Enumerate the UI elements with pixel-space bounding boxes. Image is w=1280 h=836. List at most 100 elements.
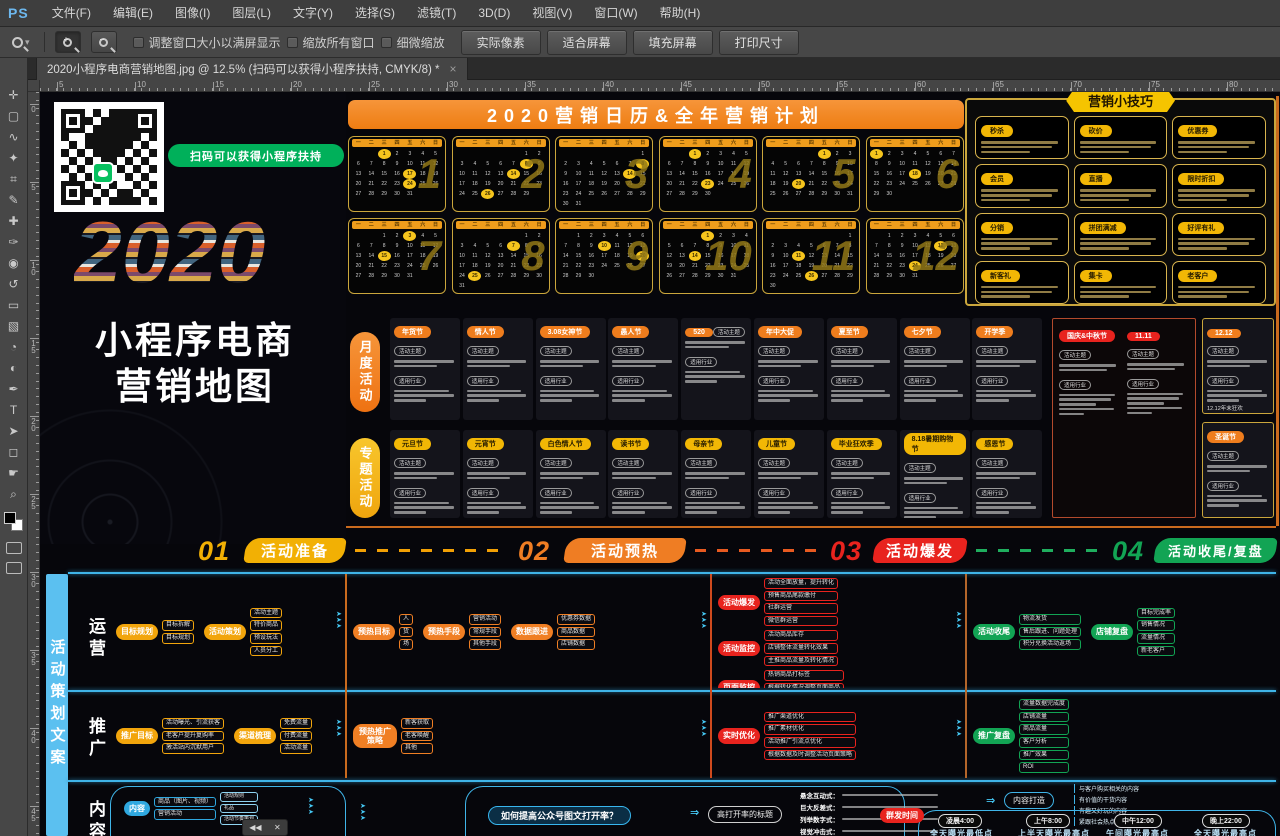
content-child-node: 营销活动 [154, 809, 216, 820]
zoom-in-button[interactable]: + [55, 31, 81, 53]
decor: 六 [727, 139, 740, 147]
decor [61, 165, 69, 173]
menu-item[interactable]: 帮助(H) [649, 0, 712, 27]
menu-item[interactable]: 图像(I) [164, 0, 221, 27]
event-card: 元旦节活动主题适用行业 [390, 430, 460, 518]
mindmap-child-node: 店铺流量 [1019, 712, 1069, 723]
screen-mode-icon[interactable] [6, 562, 22, 574]
shape-tool-icon[interactable]: ◻ [2, 441, 26, 462]
calendar-month-number: 2 [521, 153, 544, 195]
decor [633, 88, 634, 91]
calendar-month-card: 一二三四五六日123456789101112131415161718192021… [555, 136, 653, 212]
tip-card: 老客户 [1172, 261, 1266, 304]
collapse-icon[interactable]: ◀◀ [249, 823, 261, 832]
decor: 二 [468, 139, 481, 147]
checkbox-box[interactable] [287, 37, 298, 48]
option-checkbox[interactable]: 细微缩放 [381, 34, 445, 51]
color-swatches[interactable] [4, 512, 24, 534]
mindmap-child-node: 常规手段 [469, 627, 501, 638]
decor [85, 181, 93, 189]
foreground-color[interactable] [4, 512, 16, 524]
decor: 10 [598, 241, 611, 251]
option-button[interactable]: 适合屏幕 [547, 30, 627, 55]
lasso-tool-icon[interactable]: ∿ [2, 126, 26, 147]
pen-tool-icon[interactable]: ✒ [2, 378, 26, 399]
decor [1080, 291, 1151, 294]
menu-item[interactable]: 文字(Y) [282, 0, 344, 27]
magic-wand-tool-icon[interactable]: ✦ [2, 147, 26, 168]
decor [125, 189, 133, 197]
menu-item[interactable]: 选择(S) [344, 0, 406, 27]
option-button[interactable]: 填充屏幕 [633, 30, 713, 55]
dodge-tool-icon[interactable]: ◐ [2, 357, 26, 378]
featured-column: 国庆&中秋节活动主题适用行业 [1059, 325, 1121, 511]
decor [648, 88, 649, 91]
menu-item[interactable]: 图层(L) [221, 0, 282, 27]
decor [125, 165, 133, 173]
decor [915, 82, 916, 91]
decor [125, 133, 133, 141]
decor [235, 88, 236, 91]
decor: 25 [468, 271, 481, 281]
clone-stamp-tool-icon[interactable]: ◉ [2, 252, 26, 273]
decor [125, 117, 133, 125]
document-tab[interactable]: 2020小程序电商营销地图.jpg @ 12.5% (扫码可以获得小程序扶持, … [36, 58, 468, 80]
menu-item[interactable]: 滤镜(T) [406, 0, 467, 27]
tab-close-icon[interactable]: × [450, 62, 457, 76]
menu-item[interactable]: 窗口(W) [583, 0, 648, 27]
decor [540, 399, 572, 402]
move-tool-icon[interactable]: ✛ [2, 84, 26, 105]
mindmap-tree: 渠道梳理免费流量付费流量活动流量 [234, 718, 312, 754]
decor [243, 88, 244, 91]
decor: ▾ [25, 37, 30, 48]
decor [1178, 189, 1255, 192]
menu-item[interactable]: 视图(V) [521, 0, 583, 27]
decor: 五 [403, 139, 416, 147]
checkbox-box[interactable] [381, 37, 392, 48]
document-canvas[interactable]: 扫码可以获得小程序扶持 2020 小程序电商 营销地图 2020营销日历&全年营… [40, 92, 1280, 836]
decor: 17 [572, 179, 585, 189]
decor [149, 173, 157, 181]
decor [1059, 408, 1114, 411]
decor [258, 88, 259, 91]
decor [831, 477, 874, 480]
marquee-tool-icon[interactable]: ▢ [2, 105, 26, 126]
eraser-tool-icon[interactable]: ▭ [2, 294, 26, 315]
decor: 目标完成率销售情况流量情况新老客户 [1137, 608, 1175, 656]
zoom-tool-icon[interactable]: ⌕ [2, 483, 26, 504]
menu-item[interactable]: 文件(F) [41, 0, 102, 27]
menu-item[interactable]: 3D(D) [467, 0, 521, 27]
decor: 19 [481, 179, 494, 189]
history-brush-tool-icon[interactable]: ↺ [2, 273, 26, 294]
ruler-number: 0 [29, 106, 38, 113]
decor: 31 [572, 199, 585, 209]
type-tool-icon[interactable]: T [2, 399, 26, 420]
decor [36, 396, 39, 397]
decor: 三 [378, 139, 391, 147]
menu-item[interactable]: 编辑(E) [102, 0, 164, 27]
option-checkbox[interactable]: 缩放所有窗口 [287, 34, 375, 51]
healing-brush-tool-icon[interactable]: ✚ [2, 210, 26, 231]
brush-tool-icon[interactable]: ✑ [2, 231, 26, 252]
decor: 六 [934, 221, 947, 229]
industry-label: 适用行业 [904, 493, 936, 503]
path-select-tool-icon[interactable]: ➤ [2, 420, 26, 441]
gradient-tool-icon[interactable]: ▧ [2, 315, 26, 336]
widget-close-icon[interactable]: ✕ [274, 823, 281, 832]
decor [585, 149, 598, 159]
theme-label: 活动主题 [1207, 346, 1239, 356]
checkbox-box[interactable] [133, 37, 144, 48]
blur-tool-icon[interactable]: ◔ [2, 336, 26, 357]
column-divider-line [345, 574, 347, 778]
hand-tool-icon[interactable]: ☛ [2, 462, 26, 483]
option-checkbox[interactable]: 调整窗口大小以满屏显示 [133, 34, 281, 51]
zoom-tool-icon[interactable]: ▾ [8, 37, 34, 48]
zoom-out-button[interactable]: − [91, 31, 117, 53]
option-button[interactable]: 实际像素 [461, 30, 541, 55]
crop-tool-icon[interactable]: ⌗ [2, 168, 26, 189]
calendar-month-number: 7 [418, 235, 441, 277]
decor: 8 [378, 159, 391, 169]
option-button[interactable]: 打印尺寸 [719, 30, 799, 55]
eyedropper-tool-icon[interactable]: ✎ [2, 189, 26, 210]
quick-mask-icon[interactable] [6, 542, 22, 554]
